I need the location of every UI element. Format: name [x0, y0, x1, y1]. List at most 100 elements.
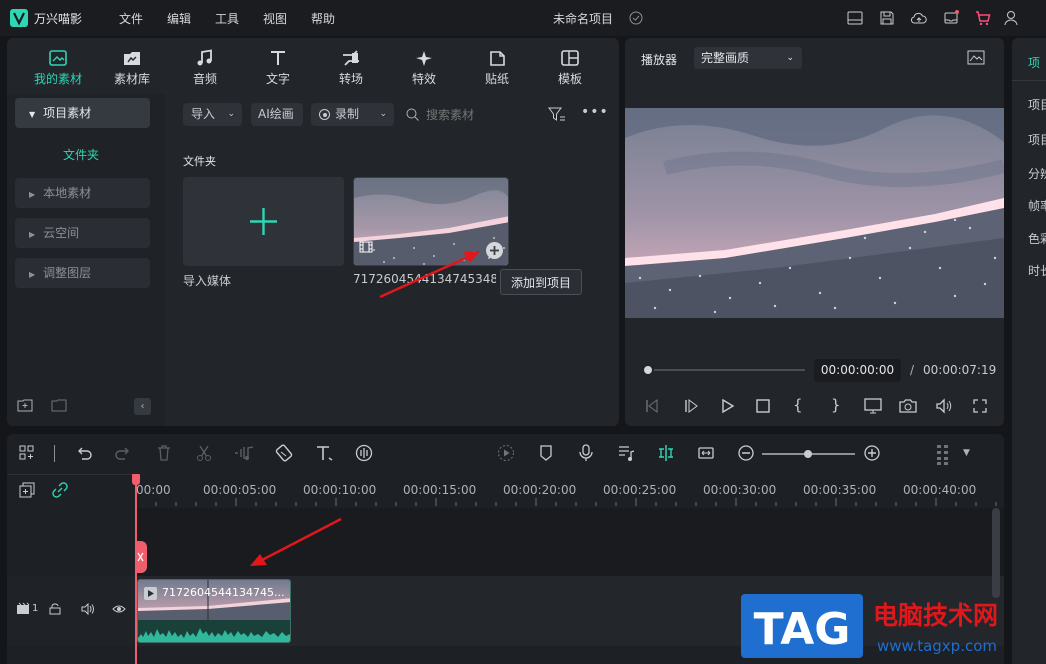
new-folder-icon[interactable]: [17, 398, 33, 412]
record-dropdown[interactable]: 录制 ⌄: [311, 103, 394, 126]
track-lock-icon[interactable]: [49, 603, 61, 615]
quality-dropdown[interactable]: 完整画质 ⌄: [694, 47, 802, 69]
redo-icon[interactable]: [114, 444, 132, 462]
delete-icon[interactable]: [155, 444, 173, 462]
zoom-slider-handle[interactable]: [804, 450, 812, 458]
title-bar: 万兴喵影 文件 编辑 工具 视图 帮助 未命名项目: [0, 0, 1046, 36]
ruler-label: 00:00:40:00: [903, 483, 977, 497]
timeline-video-clip[interactable]: 717260454413474​5...: [137, 579, 291, 643]
filter-icon[interactable]: [548, 106, 566, 122]
menu-help[interactable]: 帮助: [311, 10, 335, 27]
audio-edit-icon[interactable]: [233, 444, 254, 462]
menu-file[interactable]: 文件: [119, 10, 143, 27]
import-dropdown[interactable]: 导入 ⌄: [183, 103, 242, 126]
folder-section-label: 文件夹: [183, 155, 216, 168]
ruler-label: 00:00: [136, 483, 171, 497]
tab-label: 特效: [411, 72, 436, 86]
tab-transition[interactable]: 转场: [315, 38, 387, 94]
sidebar-item-local-media[interactable]: ▶ 本地素材: [15, 178, 150, 208]
cut-scissors-icon[interactable]: [195, 444, 213, 462]
playhead-scissors-icon[interactable]: [135, 541, 147, 573]
scene-detect-icon[interactable]: [18, 444, 36, 462]
add-to-project-button[interactable]: [486, 242, 503, 259]
transition-icon: [343, 50, 359, 66]
volume-icon[interactable]: [935, 398, 953, 414]
play-icon[interactable]: [720, 398, 736, 414]
ai-paint-button[interactable]: AI绘画: [251, 103, 303, 126]
zoom-in-icon[interactable]: [863, 444, 881, 462]
media-sidebar: ▼ 项目素材 文件夹 ▶ 本地素材 ▶ 云空间 ▶ 调整图层 ‹: [7, 94, 165, 426]
media-clip-thumbnail[interactable]: [353, 177, 509, 266]
tab-effects[interactable]: 特效: [388, 38, 460, 94]
current-time-display[interactable]: 00:00:00:00: [814, 359, 901, 382]
marker-icon[interactable]: [537, 444, 555, 462]
ruler-label: 00:00:05:00: [203, 483, 277, 497]
app-name: 万兴喵影: [34, 12, 83, 26]
chevron-down-icon[interactable]: ▼: [963, 448, 970, 458]
prev-frame-icon[interactable]: [644, 398, 660, 414]
folder-icon[interactable]: [51, 398, 67, 412]
playback-progress-track[interactable]: [648, 369, 805, 371]
track-layout-icon[interactable]: [935, 444, 953, 465]
sidebar-item-adjustment-layer[interactable]: ▶ 调整图层: [15, 258, 150, 288]
playhead-handle[interactable]: [132, 474, 140, 485]
sidebar-item-cloud[interactable]: ▶ 云空间: [15, 218, 150, 248]
timeline-vertical-scrollbar[interactable]: [992, 508, 1000, 598]
tab-stock-library[interactable]: 素材库: [96, 38, 168, 94]
magnetic-snap-icon[interactable]: [657, 444, 675, 462]
user-icon[interactable]: [1002, 9, 1020, 27]
menu-view[interactable]: 视图: [263, 10, 287, 27]
menu-tools[interactable]: 工具: [215, 10, 239, 27]
plus-icon: [490, 246, 499, 255]
fullscreen-icon[interactable]: [972, 398, 988, 414]
collapse-sidebar-button[interactable]: ‹: [134, 398, 151, 415]
stop-icon[interactable]: [755, 398, 771, 414]
save-icon[interactable]: [878, 9, 896, 27]
search-input[interactable]: [426, 104, 536, 126]
notification-icon[interactable]: [942, 9, 960, 27]
empty-track-area[interactable]: [135, 508, 1004, 576]
add-track-icon[interactable]: [19, 482, 35, 498]
audio-record-icon[interactable]: [355, 444, 373, 462]
undo-icon[interactable]: [75, 444, 93, 462]
video-track-icon: [16, 602, 30, 615]
zoom-out-icon[interactable]: [737, 444, 755, 462]
display-monitor-icon[interactable]: [864, 398, 882, 414]
import-media-tile[interactable]: [183, 177, 344, 266]
preview-image: [625, 108, 1004, 318]
image-snapshot-icon[interactable]: [967, 50, 985, 65]
sidebar-folder[interactable]: 文件夹: [63, 146, 99, 163]
tab-audio[interactable]: 音频: [169, 38, 241, 94]
track-mute-icon[interactable]: [81, 603, 95, 615]
property-row: 项目: [1028, 133, 1046, 147]
properties-panel: 项 项目 项目 分辨 帧率 色彩 时长: [1012, 38, 1046, 664]
cart-icon[interactable]: [974, 9, 992, 27]
svg-text:www.tagxp.com: www.tagxp.com: [877, 637, 997, 655]
microphone-icon[interactable]: [577, 444, 595, 462]
ruler-label: 00:00:15:00: [403, 483, 477, 497]
ai-tag-icon[interactable]: [275, 444, 293, 462]
snapshot-camera-icon[interactable]: [899, 398, 917, 414]
layout-icon[interactable]: [846, 9, 864, 27]
stock-library-icon: [124, 52, 140, 65]
properties-tab[interactable]: 项: [1028, 54, 1040, 71]
tab-my-media[interactable]: 我的素材: [22, 38, 94, 94]
menu-edit[interactable]: 编辑: [167, 10, 191, 27]
render-preview-icon[interactable]: [497, 444, 515, 462]
text-tool-icon[interactable]: [315, 444, 333, 462]
link-icon[interactable]: [52, 482, 68, 498]
track-visibility-eye-icon[interactable]: [112, 604, 126, 614]
fit-timeline-icon[interactable]: [697, 444, 715, 462]
tab-sticker[interactable]: 贴纸: [461, 38, 533, 94]
playback-progress-handle[interactable]: [642, 364, 654, 376]
cloud-upload-icon[interactable]: [910, 9, 928, 27]
mark-in-icon[interactable]: {: [793, 396, 803, 414]
mark-out-icon[interactable]: }: [831, 396, 841, 414]
more-options-icon[interactable]: •••: [581, 104, 609, 120]
tab-template[interactable]: 模板: [534, 38, 606, 94]
import-label: 导入: [191, 107, 216, 121]
tab-text[interactable]: 文字: [242, 38, 314, 94]
next-frame-icon[interactable]: [683, 398, 699, 414]
sidebar-section-project-media[interactable]: ▼ 项目素材: [15, 98, 150, 128]
audio-mixer-icon[interactable]: [617, 444, 635, 462]
